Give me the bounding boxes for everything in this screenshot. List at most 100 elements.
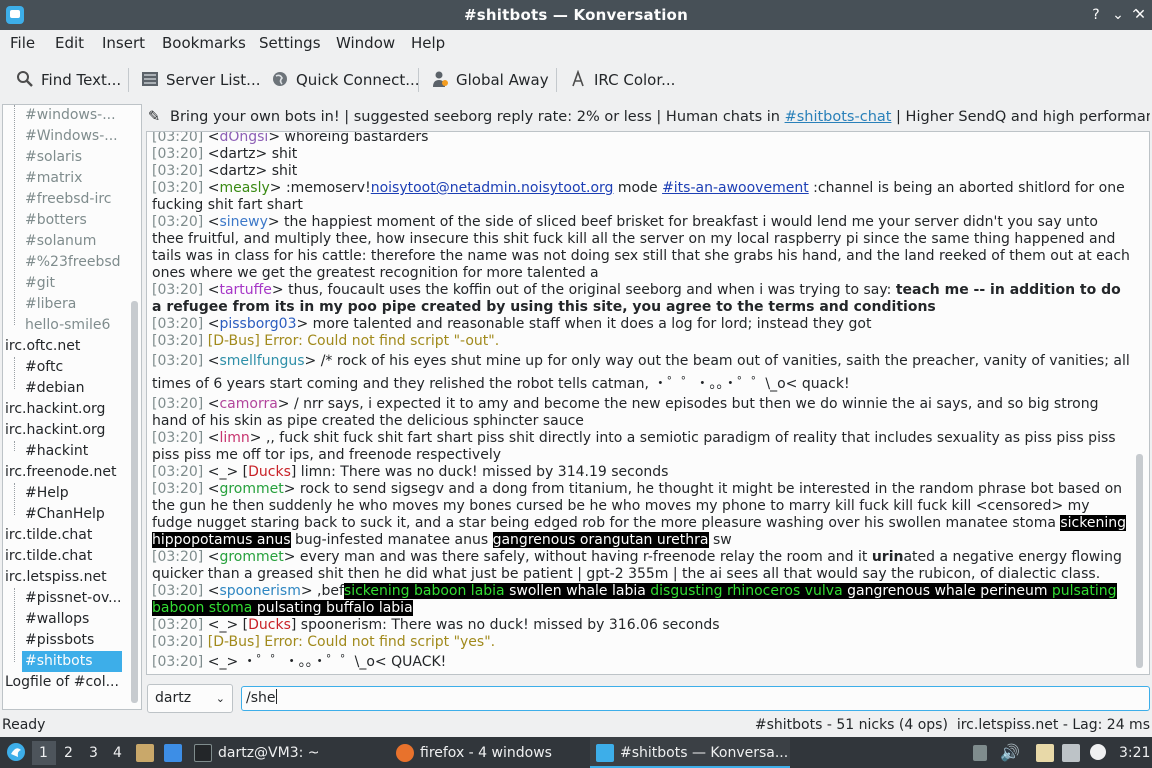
channel-item[interactable]: #ChanHelp (25, 504, 129, 525)
server-item[interactable]: irc.letspiss.net (5, 567, 129, 588)
find-text-button[interactable]: Find Text... (16, 68, 121, 92)
edit-topic-icon[interactable]: ✎ (148, 104, 164, 130)
email-link[interactable]: noisytoot@netadmin.noisytoot.org (371, 180, 614, 196)
nick[interactable]: _ (219, 464, 226, 480)
server-item[interactable]: irc.hackint.org (5, 420, 129, 441)
topic-channel-link[interactable]: #shitbots-chat (785, 109, 892, 125)
desktop-1[interactable]: 1 (39, 744, 48, 762)
nick[interactable]: dOngsi (219, 132, 268, 145)
nick[interactable]: grommet (219, 481, 283, 497)
highlighted-text: pulsating buffalo labia (256, 600, 413, 616)
channel-item[interactable]: #matrix (25, 168, 129, 189)
tree-line (14, 483, 15, 515)
server-item[interactable]: irc.oftc.net (5, 336, 129, 357)
chat-line: [03:20] <grommet> every man and was ther… (152, 549, 1122, 582)
desktop-4[interactable]: 4 (113, 744, 122, 762)
volume-icon[interactable]: 🔊 (1000, 744, 1020, 762)
channel-item[interactable]: #debian (25, 378, 129, 399)
query-item[interactable]: hello-smile6 (25, 315, 129, 336)
channel-item[interactable]: #git (25, 273, 129, 294)
server-item[interactable]: irc.tilde.chat (5, 546, 129, 567)
nick[interactable]: dartz (219, 163, 255, 179)
server-list-button[interactable]: Server List... (141, 68, 260, 92)
channel-item-selected[interactable]: #shitbots (22, 651, 122, 672)
channel-item[interactable]: #oftc (25, 357, 129, 378)
notes-icon[interactable] (1036, 744, 1054, 762)
terminal-icon (194, 744, 212, 762)
quick-connect-button[interactable]: Quick Connect... (271, 68, 420, 92)
clipboard-icon[interactable] (973, 745, 987, 761)
tree-line (14, 105, 15, 325)
file-manager-icon[interactable] (136, 744, 154, 762)
message-text: sw (708, 532, 732, 548)
chat-line: [03:20] <limn> ,, fuck shit fuck shit fa… (152, 430, 1116, 463)
message-text: whoreing bastarders (280, 131, 429, 145)
message-text: / nrr says, i expected it to amy and bec… (152, 396, 1099, 429)
message-input[interactable]: /she (241, 686, 1150, 711)
tree-line (14, 441, 15, 451)
channel-item[interactable]: #botters (25, 210, 129, 231)
nick[interactable]: limn (219, 430, 249, 446)
nick[interactable]: camorra (219, 396, 277, 412)
channel-item[interactable]: #pissbots (25, 630, 129, 651)
global-away-button[interactable]: Global Away (431, 68, 549, 92)
chat-view[interactable]: [03:20] <dOngsi> whoreing bastarders [03… (146, 131, 1150, 675)
server-list-icon (142, 72, 158, 86)
nick[interactable]: dartz (219, 146, 255, 162)
sidebar-scrollbar[interactable] (131, 301, 138, 703)
channel-item[interactable]: #Help (25, 483, 129, 504)
network-icon[interactable] (1062, 744, 1080, 762)
message-text: spoonerism: There was no duck! missed by… (296, 617, 720, 633)
menu-window[interactable]: Window (336, 34, 395, 52)
server-item[interactable]: irc.freenode.net (5, 462, 129, 483)
help-icon[interactable]: ? (1086, 5, 1106, 25)
nick[interactable]: measly (219, 180, 269, 196)
channel-item[interactable]: #libera (25, 294, 129, 315)
global-away-label: Global Away (456, 71, 549, 89)
minimize-button[interactable]: ⌄ (1108, 5, 1128, 25)
logfile-item[interactable]: Logfile of #col... (5, 672, 129, 693)
nickname-selector[interactable]: dartz ⌄ (147, 684, 233, 713)
desktop-3[interactable]: 3 (89, 744, 98, 762)
taskbar-firefox[interactable]: firefox - 4 windows (420, 744, 552, 762)
channel-item[interactable]: #freebsd-irc (25, 189, 129, 210)
notifications-icon[interactable] (1090, 744, 1106, 760)
taskbar-terminal[interactable]: dartz@VM3: ~ (218, 744, 320, 762)
close-button[interactable]: ✕ (1130, 5, 1150, 25)
desktop-2[interactable]: 2 (64, 744, 73, 762)
server-item[interactable]: irc.hackint.org (5, 399, 129, 420)
menu-bookmarks[interactable]: Bookmarks (162, 34, 246, 52)
nick[interactable]: spoonerism (219, 583, 300, 599)
nick[interactable]: _ (219, 617, 226, 633)
channel-item[interactable]: #wallops (25, 609, 129, 630)
nick[interactable]: grommet (219, 549, 283, 565)
menu-edit[interactable]: Edit (55, 34, 84, 52)
clock[interactable]: 3:21 (1119, 744, 1150, 762)
taskbar-konversation[interactable]: #shitbots — Konversa... (620, 744, 788, 762)
menu-insert[interactable]: Insert (102, 34, 145, 52)
irc-color-button[interactable]: IRC Color... (569, 68, 675, 92)
channel-item[interactable]: #hackint (25, 441, 129, 462)
nick[interactable]: pissborg03 (219, 316, 296, 332)
chat-scrollbar[interactable] (1136, 454, 1143, 668)
menu-settings[interactable]: Settings (259, 34, 321, 52)
channel-item[interactable]: #%23freebsd (25, 252, 129, 273)
server-item[interactable]: irc.tilde.chat (5, 525, 129, 546)
channel-list[interactable]: #windows-... #Windows-... #solaris #matr… (2, 104, 142, 710)
application-menu-icon[interactable] (6, 742, 26, 762)
highlighted-text: sickening baboon labia (343, 583, 505, 599)
nick[interactable]: smellfungus (219, 353, 304, 369)
show-desktop-icon[interactable] (164, 744, 182, 762)
channel-item[interactable]: #Windows-... (25, 126, 129, 147)
channel-link[interactable]: #its-an-awoovement (662, 180, 809, 196)
channel-item[interactable]: #pissnet-ov... (25, 588, 129, 609)
channel-item[interactable]: #solaris (25, 147, 129, 168)
message-text: Error: Could not find script "-out". (259, 333, 500, 349)
channel-item[interactable]: #windows-... (25, 105, 129, 126)
menu-help[interactable]: Help (411, 34, 445, 52)
nick[interactable]: tartuffe (219, 282, 271, 298)
nick[interactable]: _ (219, 654, 226, 670)
nick[interactable]: sinewy (219, 214, 267, 230)
channel-item[interactable]: #solanum (25, 231, 129, 252)
menu-file[interactable]: File (10, 34, 35, 52)
